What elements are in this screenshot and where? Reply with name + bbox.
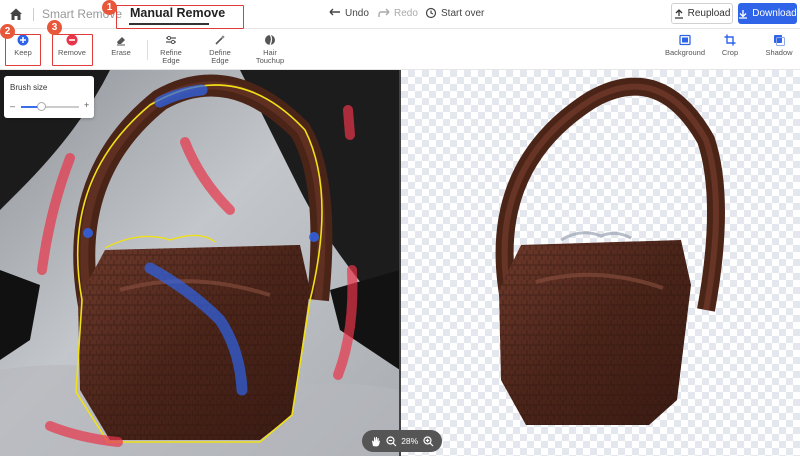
- zoom-out-icon[interactable]: [386, 435, 397, 447]
- crop-tool[interactable]: Crop: [719, 33, 741, 57]
- zoom-level: 28%: [401, 436, 419, 446]
- edit-canvas[interactable]: [0, 70, 400, 456]
- redo-button[interactable]: Redo: [378, 7, 418, 19]
- wand-icon: [215, 35, 225, 45]
- step-badge-3: 3: [47, 20, 62, 35]
- zoom-in-icon[interactable]: [423, 435, 434, 447]
- hair-icon: [265, 34, 275, 46]
- toolbar-divider: [147, 40, 148, 60]
- redo-icon: [378, 8, 390, 17]
- history-icon: [425, 7, 437, 19]
- preview-canvas: [401, 70, 800, 456]
- erase-tool[interactable]: Erase: [107, 33, 135, 57]
- shadow-tool[interactable]: Shadow: [764, 33, 794, 57]
- reupload-label: Reupload: [687, 8, 731, 19]
- brush-size-slider-handle[interactable]: [36, 102, 46, 111]
- refine-edge-label-2: Edge: [162, 56, 180, 65]
- background-label: Background: [664, 48, 706, 57]
- undo-icon: [329, 8, 340, 16]
- eraser-icon: [117, 37, 125, 46]
- redo-label: Redo: [394, 7, 418, 19]
- home-icon[interactable]: [8, 6, 24, 22]
- crop-icon: [724, 34, 736, 46]
- shadow-label: Shadow: [765, 48, 793, 57]
- erase-label: Erase: [111, 48, 131, 57]
- crop-label: Crop: [721, 48, 739, 57]
- divider: [33, 8, 34, 21]
- refine-edge-tool[interactable]: Refine Edge: [157, 33, 185, 65]
- download-icon: [739, 9, 748, 19]
- start-over-label: Start over: [441, 7, 485, 19]
- zoom-bar: 28%: [362, 430, 442, 452]
- shadow-icon: [774, 35, 785, 46]
- brush-increase-button[interactable]: +: [84, 100, 89, 110]
- cutout-preview: [495, 77, 725, 425]
- download-label: Download: [752, 8, 797, 19]
- hair-touchup-tool[interactable]: Hair Touchup: [253, 33, 287, 65]
- brush-size-panel: Brush size – +: [4, 76, 94, 118]
- background-icon: [679, 34, 691, 46]
- highlight-box-keep: [5, 34, 41, 66]
- step-badge-2: 2: [0, 24, 15, 39]
- hand-icon[interactable]: [370, 436, 381, 447]
- brush-decrease-button[interactable]: –: [10, 101, 15, 111]
- upload-icon: [674, 8, 683, 19]
- highlight-box-remove: [52, 34, 93, 66]
- brush-size-label: Brush size: [10, 83, 48, 92]
- define-edge-tool[interactable]: Define Edge: [206, 33, 234, 65]
- define-edge-label-2: Edge: [211, 56, 229, 65]
- tool-bar: Keep Remove Erase Refine Edge Define Edg…: [0, 30, 800, 70]
- background-tool[interactable]: Background: [662, 33, 708, 57]
- start-over-button[interactable]: Start over: [425, 7, 484, 19]
- hair-touchup-label-2: Touchup: [255, 56, 285, 65]
- original-photo: [0, 70, 400, 456]
- undo-label: Undo: [345, 7, 369, 19]
- step-badge-1: 1: [102, 0, 117, 15]
- download-button[interactable]: Download: [738, 3, 797, 24]
- sliders-icon: [166, 35, 176, 45]
- reupload-button[interactable]: Reupload: [671, 3, 733, 24]
- highlight-box-manual-remove: [116, 5, 244, 29]
- undo-button[interactable]: Undo: [329, 7, 369, 19]
